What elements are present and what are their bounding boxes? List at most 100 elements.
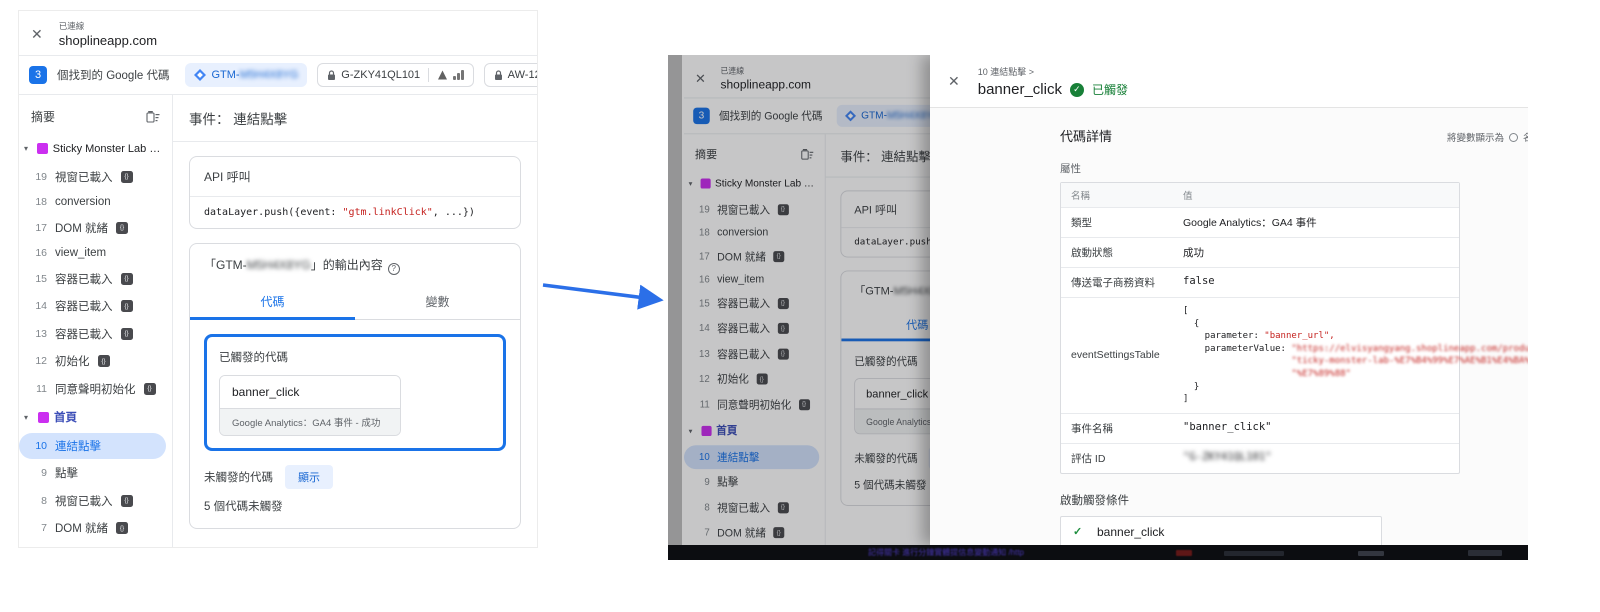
close-icon[interactable]: ✕: [31, 27, 43, 41]
sidebar-event-12[interactable]: 12 初始化 {}: [19, 348, 172, 374]
datalayer-push-code: dataLayer.push({event: "gtm.linkClick", …: [204, 207, 475, 218]
firing-triggers-table: ✓ banner_click 篩選器 ✓ gtm.linkClick 等於 gt…: [1060, 515, 1382, 545]
page-group-sticky-monster[interactable]: ▾ Sticky Monster Lab 紙箱…: [19, 134, 172, 162]
aw-tag-chip[interactable]: AW-123456789: [483, 63, 537, 87]
page-title: banner_click: [977, 81, 1062, 98]
table-row: 啟動狀態 成功: [1061, 237, 1459, 267]
table-row: 評估 ID "G-ZKY41QL101": [1061, 442, 1459, 473]
bar-chart-icon: [453, 70, 464, 80]
api-call-icon: {}: [120, 494, 133, 507]
event-title: 事件： 連結點擊: [173, 95, 537, 142]
tags-found-label: 個找到的 Google 代碼: [57, 70, 170, 82]
gtm-id-redacted: M5H4X8YG: [246, 258, 311, 272]
gtm-logo-icon: [194, 69, 207, 81]
sidebar-event-18[interactable]: 18 conversion: [19, 191, 172, 213]
status-bar-blurred-text: 記得關卡 進行分鐘實體提信息變動通知 /http: [868, 548, 1025, 557]
sidebar-event-8[interactable]: 8 視窗已載入 {}: [19, 488, 172, 514]
api-call-icon: {}: [97, 355, 110, 367]
page-group-home[interactable]: ▾ 首頁: [19, 403, 172, 431]
caret-down-icon[interactable]: ▾: [24, 144, 32, 153]
status-bar: 記得關卡 進行分鐘實體提信息變動通知 /http: [668, 545, 1528, 560]
sidebar-event-6[interactable]: 6 conversion: [19, 543, 172, 548]
not-fired-label: 未觸發的代碼: [204, 471, 273, 484]
status-bar-artifact: [1176, 550, 1192, 556]
sidebar-event-9[interactable]: 9 點擊: [19, 460, 172, 486]
table-row: 事件名稱 "banner_click": [1061, 412, 1459, 443]
api-call-icon: {}: [120, 327, 133, 340]
status-bar-artifact: [1358, 551, 1384, 556]
redacted-url: "https://elvisyangyang.shoplineapp.com/p…: [1291, 343, 1528, 354]
caret-down-icon[interactable]: ▾: [24, 413, 33, 422]
output-tabs: 代碼 變數: [190, 285, 520, 320]
redacted-url: "%E7%89%88": [1183, 368, 1351, 379]
api-call-card: API 呼叫 dataLayer.push({event: "gtm.linkC…: [189, 156, 521, 229]
help-icon[interactable]: ?: [387, 262, 400, 275]
properties-label: 屬性: [1060, 163, 1081, 175]
redacted-url: "ticky-monster-lab-%E7%B4%99%E7%AE%B1%E4…: [1183, 356, 1528, 367]
table-row: 傳送電子商務資料 false: [1061, 267, 1459, 297]
sidebar-event-13[interactable]: 13 容器已載入 {}: [19, 321, 172, 347]
ga4-tag-chip[interactable]: G-ZKY41QL101: [317, 63, 474, 87]
api-call-icon: {}: [120, 272, 133, 285]
tag-details-panel: ✕ 10 連結點擊 > banner_click ✓ 已觸發 將變數顯示為 名稱…: [930, 55, 1528, 545]
lock-icon: [494, 69, 502, 80]
sidebar-event-7[interactable]: 7 DOM 就緒 {}: [19, 515, 172, 541]
sidebar-event-11[interactable]: 11 同意聲明初始化 {}: [19, 376, 172, 402]
page-color-swatch: [36, 142, 48, 154]
connection-header: ✕ 已連線 shoplineapp.com: [19, 11, 537, 56]
tab-tags[interactable]: 代碼: [190, 285, 355, 320]
table-row-event-settings: eventSettingsTable [ { parameter: "banne…: [1061, 297, 1528, 413]
properties-table: 名稱 值 類型 Google Analytics：GA4 事件 啟動狀態 成功 …: [1060, 182, 1528, 474]
not-fired-count: 5 個代碼未觸發: [204, 500, 283, 513]
check-icon: ✓: [1073, 526, 1083, 539]
page-color-swatch: [38, 411, 49, 423]
api-call-icon: {}: [120, 300, 133, 312]
event-settings-json: [ { parameter: "banner_url", parameterVa…: [1183, 305, 1528, 406]
container-output-card: 「GTM-M5H4X8YG」的輸出內容? 代碼 變數 已觸發的代碼 banner…: [189, 243, 521, 529]
api-call-icon: {}: [116, 522, 129, 534]
event-sidebar: 摘要 ▾ Sticky Monster Lab 紙箱… 19: [19, 95, 173, 547]
summary-tab[interactable]: 摘要: [31, 108, 55, 125]
container-output-title: 「GTM-M5H4X8YG」的輸出內容?: [190, 244, 520, 285]
tag-count-badge: 3: [29, 66, 47, 84]
display-variables-as: 將變數顯示為 名稱: [1446, 132, 1528, 144]
tag-type-status: Google Analytics：GA4 事件 - 成功: [220, 407, 400, 435]
connection-status: 已連線: [58, 21, 85, 31]
analytics-logo-icon: [438, 70, 448, 80]
show-button[interactable]: 顯示: [285, 464, 333, 489]
firing-triggers-label: 啟動觸發條件: [1060, 494, 1129, 507]
tab-variables[interactable]: 變數: [355, 285, 520, 319]
fired-check-icon: ✓: [1069, 82, 1084, 97]
sidebar-event-17[interactable]: 17 DOM 就緒 {}: [19, 215, 172, 241]
banner-click-tag-card[interactable]: banner_click Google Analytics：GA4 事件 - 成…: [219, 374, 401, 436]
table-header-row: 名稱 值: [1061, 183, 1459, 207]
fired-tags-label: 已觸發的代碼: [219, 351, 288, 364]
lock-icon: [328, 69, 336, 80]
fired-tags-highlight-box: 已觸發的代碼 banner_click Google Analytics：GA4…: [204, 333, 506, 451]
api-call-icon: {}: [120, 170, 133, 183]
breadcrumb[interactable]: 10 連結點擊 >: [978, 65, 1128, 78]
table-row: 類型 Google Analytics：GA4 事件: [1061, 207, 1459, 237]
api-call-icon: {}: [143, 382, 156, 395]
google-tags-bar: 3 個找到的 Google 代碼 GTM-M5H4X8YG G-ZKY41QL1…: [19, 56, 537, 95]
sidebar-event-15[interactable]: 15 容器已載入 {}: [19, 266, 172, 292]
sidebar-event-19[interactable]: 19 視窗已載入 {}: [19, 164, 172, 190]
status-bar-artifact: [1468, 550, 1502, 556]
gtm-container-chip[interactable]: GTM-M5H4X8YG: [185, 63, 308, 87]
status-bar-artifact: [1224, 551, 1284, 556]
chip-divider: [428, 68, 430, 82]
tag-name: banner_click: [220, 375, 400, 408]
window-edge: [668, 55, 682, 560]
redacted-measurement-id: "G-ZKY41QL101": [1183, 450, 1272, 463]
close-icon[interactable]: ✕: [948, 74, 960, 88]
radio-names[interactable]: [1508, 132, 1518, 142]
sidebar-event-16[interactable]: 16 view_item: [19, 242, 172, 264]
gtm-id-redacted: M5H4X8YG: [239, 69, 299, 81]
tag-detail-window: ✕ 已連線 shoplineapp.com 3 個找到的 Google 代碼 G…: [668, 55, 1528, 560]
connected-domain: shoplineapp.com: [58, 33, 158, 48]
sidebar-event-10-selected[interactable]: 10 連結點擊: [19, 432, 166, 459]
clear-filter-icon[interactable]: [146, 110, 160, 123]
fired-status-label: 已觸發: [1091, 83, 1128, 97]
sidebar-event-14[interactable]: 14 容器已載入 {}: [19, 293, 172, 319]
api-call-label[interactable]: API 呼叫: [190, 157, 520, 197]
